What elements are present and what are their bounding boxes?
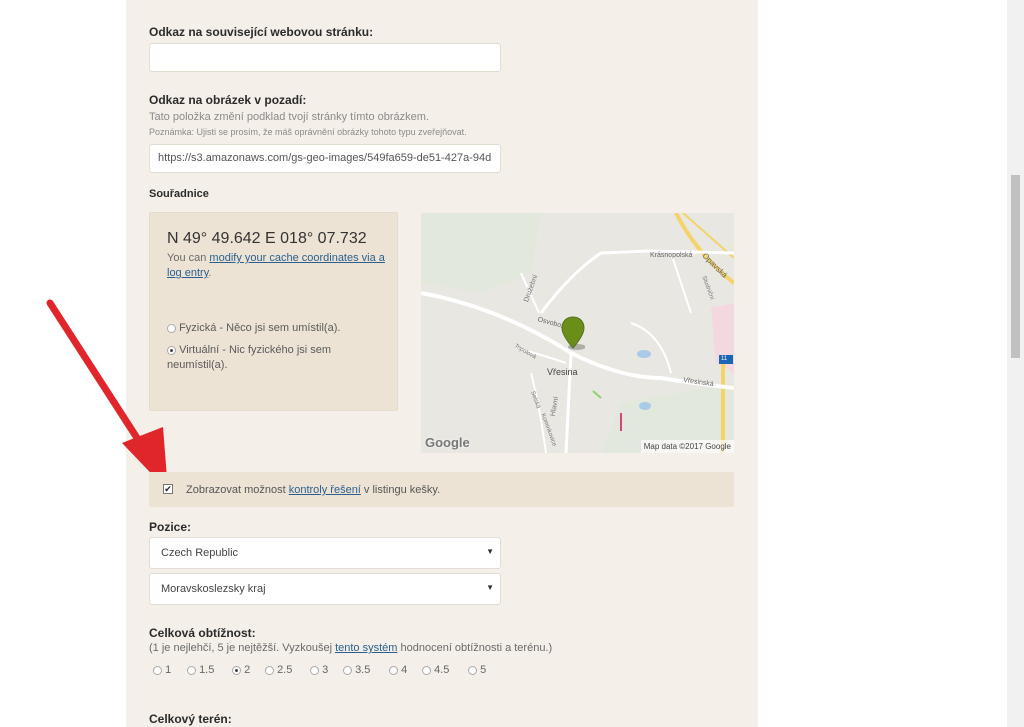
coords-label: Souřadnice [149, 188, 209, 200]
map[interactable]: Krásnopolská Opavská Družební Studniční … [421, 213, 734, 453]
difficulty-radio[interactable] [343, 665, 352, 675]
difficulty-radio[interactable] [232, 665, 241, 675]
map-road-badge: 11 [721, 356, 728, 362]
difficulty-option[interactable]: 3.5 [343, 664, 370, 676]
map-marker-icon[interactable] [561, 316, 586, 350]
difficulty-option[interactable]: 1 [153, 664, 171, 676]
country-select[interactable]: Czech Republic ▼ [149, 537, 501, 569]
solution-checker-checkbox[interactable]: ✔ [163, 484, 173, 494]
difficulty-option-label: 1 [165, 664, 172, 676]
coords-value: N 49° 49.642 E 018° 07.732 [167, 230, 367, 247]
page-scrollbar[interactable] [1007, 0, 1024, 727]
chevron-down-icon: ▼ [486, 583, 494, 592]
difficulty-option-label: 3.5 [355, 664, 371, 676]
chevron-down-icon: ▼ [486, 547, 494, 556]
difficulty-help-prefix: (1 je nejlehčí, 5 je nejtěžší. Vyzkoušej [149, 642, 336, 654]
difficulty-help: (1 je nejlehčí, 5 je nejtěžší. Vyzkoušej… [149, 642, 552, 654]
coords-text-suffix: . [208, 267, 212, 279]
radio-physical-label: Fyzická - Něco jsi sem umístil(a). [179, 322, 341, 334]
bg-image-help: Tato položka změní podklad tvojí stránky… [149, 111, 430, 123]
solution-checker-link[interactable]: kontroly řešení [289, 484, 361, 496]
coords-text: You can modify your cache coordinates vi… [167, 251, 387, 281]
difficulty-help-suffix: hodnocení obtížnosti a terénu.) [397, 642, 553, 654]
position-label: Pozice: [149, 520, 192, 534]
map-attribution[interactable]: Map data ©2017 Google [640, 440, 734, 453]
map-label-krasnopolska: Krásnopolská [650, 252, 693, 259]
bg-image-label: Odkaz na obrázek v pozadí: [149, 93, 307, 107]
radio-physical-row[interactable]: Fyzická - Něco jsi sem umístil(a). [167, 321, 392, 336]
difficulty-option[interactable]: 4.5 [422, 664, 449, 676]
difficulty-radio[interactable] [310, 665, 319, 675]
coords-box: N 49° 49.642 E 018° 07.732 You can modif… [149, 212, 398, 411]
difficulty-option[interactable]: 2.5 [265, 664, 292, 676]
difficulty-option-label: 4.5 [434, 664, 450, 676]
difficulty-option-label: 4 [401, 664, 408, 676]
region-select[interactable]: Moravskoslezsky kraj ▼ [149, 573, 501, 605]
check-suffix: v listingu kešky. [360, 484, 441, 496]
bg-image-note: Poznámka: Ujisti se prosím, že máš opráv… [149, 127, 467, 137]
check-prefix: Zobrazovat možnost [186, 484, 289, 496]
difficulty-option[interactable]: 1.5 [187, 664, 214, 676]
radio-virtual-row[interactable]: Virtuální - Nic fyzického jsi sem neumís… [167, 343, 392, 373]
difficulty-option-label: 3 [322, 664, 329, 676]
difficulty-option[interactable]: 4 [389, 664, 407, 676]
difficulty-system-link[interactable]: tento systém [335, 642, 397, 654]
difficulty-option[interactable]: 3 [310, 664, 328, 676]
difficulty-radio[interactable] [153, 665, 162, 675]
coords-text-prefix: You can [167, 252, 210, 264]
difficulty-label: Celková obtížnost: [149, 626, 256, 640]
country-value: Czech Republic [161, 547, 239, 559]
solution-checker-label: Zobrazovat možnost kontroly řešení v lis… [186, 484, 440, 496]
difficulty-option-label: 2.5 [277, 664, 293, 676]
bg-image-input[interactable]: https://s3.amazonaws.com/gs-geo-images/5… [149, 144, 501, 173]
difficulty-option-label: 2 [244, 664, 251, 676]
difficulty-radio[interactable] [422, 665, 431, 675]
difficulty-option[interactable]: 5 [468, 664, 486, 676]
difficulty-radio[interactable] [389, 665, 398, 675]
radio-virtual-label: Virtuální - Nic fyzického jsi sem neumís… [167, 344, 332, 371]
google-logo: Google [425, 435, 470, 450]
region-value: Moravskoslezsky kraj [161, 583, 266, 595]
difficulty-option-label: 5 [480, 664, 487, 676]
related-link-input[interactable] [149, 43, 501, 72]
solution-checker-row: ✔ Zobrazovat možnost kontroly řešení v l… [149, 472, 734, 507]
difficulty-option-label: 1.5 [199, 664, 215, 676]
scrollbar-thumb[interactable] [1011, 175, 1020, 358]
terrain-label: Celkový terén: [149, 712, 232, 726]
related-link-label: Odkaz na související webovou stránku: [149, 25, 374, 39]
difficulty-radio[interactable] [265, 665, 274, 675]
difficulty-option[interactable]: 2 [232, 664, 250, 676]
map-label-vresina: Vřesina [547, 367, 578, 377]
difficulty-radio[interactable] [468, 665, 477, 675]
difficulty-radio[interactable] [187, 665, 196, 675]
red-arrow-annotation [46, 299, 168, 491]
